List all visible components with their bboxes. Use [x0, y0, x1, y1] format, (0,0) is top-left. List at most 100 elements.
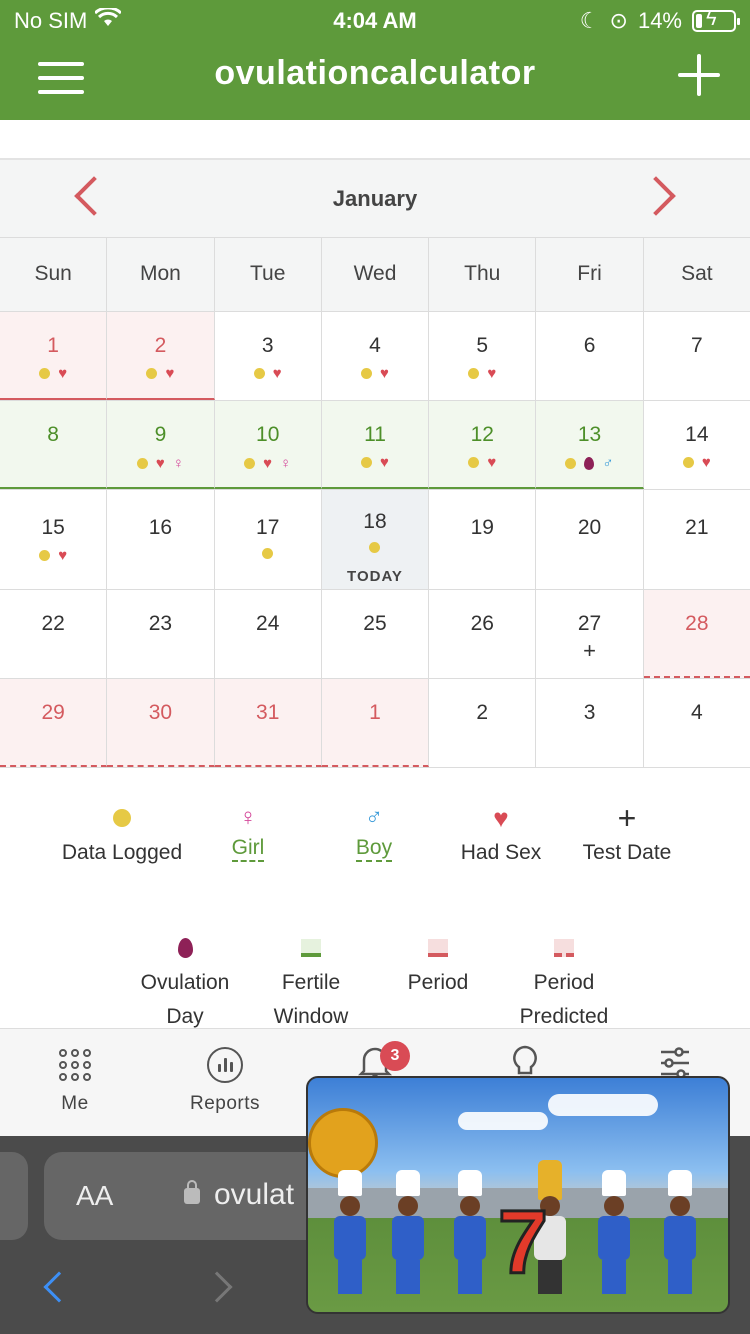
- cloud: [548, 1094, 658, 1116]
- moon-icon: ☾: [579, 8, 600, 33]
- weekday-header: Sun Mon Tue Wed Thu Fri Sat: [0, 238, 750, 312]
- weekday-thu: Thu: [429, 238, 537, 311]
- ovulation-egg-icon: [177, 938, 193, 958]
- band-member: [658, 1170, 702, 1300]
- calendar-day[interactable]: 1 ♥: [0, 312, 108, 400]
- calendar-week-3: 15 ♥ 16 17 18 TODAY 19 20 21: [0, 490, 750, 590]
- calendar-day[interactable]: 17: [215, 490, 322, 589]
- calendar-day[interactable]: 29: [0, 679, 108, 767]
- calendar-day[interactable]: 1: [321, 679, 430, 767]
- calendar-day[interactable]: 3 ♥: [215, 312, 322, 400]
- forward-arrow-icon[interactable]: [201, 1271, 233, 1303]
- calendar-day[interactable]: 8: [0, 401, 108, 489]
- heart-icon: ♥: [165, 365, 175, 382]
- day-number: 6: [583, 334, 596, 357]
- period-predicted-swatch-icon: [554, 939, 574, 957]
- legend-label: Data Logged: [61, 841, 183, 864]
- calendar-day[interactable]: 26: [429, 590, 537, 678]
- day-number: 14: [685, 423, 709, 446]
- day-number: 16: [148, 516, 173, 539]
- girl-icon: ♀: [239, 804, 257, 831]
- cloud: [458, 1112, 548, 1130]
- calendar-day[interactable]: 4 ♥: [322, 312, 430, 400]
- calendar-day[interactable]: 16: [107, 490, 215, 589]
- reader-settings-button[interactable]: AA: [76, 1180, 113, 1212]
- add-icon[interactable]: [678, 54, 720, 96]
- previous-tab[interactable]: [0, 1152, 28, 1240]
- calendar-day[interactable]: 30: [107, 679, 215, 767]
- data-logged-dot-icon: [565, 458, 577, 469]
- day-number: 26: [470, 612, 494, 635]
- data-logged-dot-icon: [369, 542, 381, 553]
- video-overlay[interactable]: 7: [306, 1076, 730, 1314]
- data-logged-dot-icon: [361, 457, 373, 468]
- day-number: 10: [256, 423, 280, 446]
- calendar-day[interactable]: 15 ♥: [0, 490, 108, 589]
- calendar-day[interactable]: 6: [536, 312, 644, 400]
- calendar-day[interactable]: 19: [429, 490, 537, 589]
- calendar-day[interactable]: 14 ♥: [644, 401, 750, 489]
- fertile-window-swatch-icon: [301, 939, 321, 957]
- calendar-day[interactable]: 13 ♂: [536, 401, 644, 489]
- calendar-day[interactable]: 24: [215, 590, 322, 678]
- calendar-day[interactable]: 10 ♥ ♀: [214, 401, 322, 489]
- day-number: 24: [256, 612, 280, 635]
- back-arrow-icon[interactable]: [43, 1271, 75, 1303]
- heart-icon: ♥: [487, 365, 497, 382]
- weekday-wed: Wed: [322, 238, 430, 311]
- day-number: 5: [476, 334, 489, 357]
- calendar-day[interactable]: 11 ♥: [321, 401, 430, 489]
- day-number: 2: [476, 701, 489, 724]
- video-number: 7: [496, 1193, 549, 1293]
- legend-label: Girl: [231, 836, 265, 862]
- heart-icon: ♥: [263, 455, 273, 472]
- notification-badge: 3: [380, 1041, 410, 1071]
- legend-label: Had Sex: [460, 841, 542, 864]
- calendar-day[interactable]: 31: [214, 679, 322, 767]
- calendar-week-4: 22 23 24 25 26 27 + 28: [0, 590, 750, 679]
- day-number: 23: [148, 612, 173, 635]
- calendar-day[interactable]: 4: [644, 679, 750, 767]
- nav-reports-label: Reports: [189, 1093, 261, 1114]
- calendar-day[interactable]: 21: [644, 490, 750, 589]
- calendar-day[interactable]: 12 ♥: [429, 401, 537, 489]
- test-date-icon: +: [583, 638, 596, 663]
- calendar-day[interactable]: 2 ♥: [107, 312, 215, 400]
- app-header: ovulationcalculator: [0, 40, 750, 120]
- calendar-day[interactable]: 5 ♥: [429, 312, 537, 400]
- legend-label: Period: [407, 971, 469, 994]
- nav-me[interactable]: Me: [0, 1029, 150, 1136]
- app-title: ovulationcalculator: [214, 54, 536, 92]
- calendar-week-5: 29 30 31 1 2 3 4: [0, 679, 750, 768]
- day-number: 18: [363, 510, 387, 533]
- tuba-icon: [308, 1108, 378, 1178]
- day-number: 17: [256, 516, 280, 539]
- calendar-day[interactable]: 9 ♥ ♀: [107, 401, 215, 489]
- weekday-tue: Tue: [215, 238, 322, 311]
- calendar-day[interactable]: 20: [536, 490, 644, 589]
- day-number: 1: [47, 334, 59, 357]
- day-number: 31: [256, 701, 280, 724]
- legend-label: Fertile Window: [273, 971, 349, 1028]
- calendar-day[interactable]: 28: [643, 590, 750, 678]
- orientation-lock-icon: ⊙: [609, 8, 628, 33]
- heart-icon: ♥: [155, 455, 165, 472]
- weekday-sun: Sun: [0, 238, 108, 311]
- calendar-day[interactable]: 7: [644, 312, 750, 400]
- day-number: 28: [685, 612, 709, 635]
- nav-reports[interactable]: Reports: [150, 1029, 300, 1136]
- legend-period-predicted: Period Predicted: [499, 930, 629, 1034]
- calendar-day[interactable]: 2: [429, 679, 537, 767]
- calendar-day[interactable]: 3: [536, 679, 644, 767]
- calendar-day[interactable]: 23: [107, 590, 215, 678]
- calendar-day[interactable]: 27 +: [536, 590, 644, 678]
- data-logged-dot-icon: [146, 368, 158, 379]
- day-number: 30: [148, 701, 173, 724]
- calendar-day-today[interactable]: 18 TODAY: [321, 490, 430, 589]
- calendar-day[interactable]: 22: [0, 590, 108, 678]
- day-number: 20: [577, 516, 602, 539]
- today-label: TODAY: [347, 568, 403, 585]
- band-member: [448, 1170, 492, 1300]
- apps-grid-icon: [59, 1049, 91, 1081]
- calendar-day[interactable]: 25: [322, 590, 430, 678]
